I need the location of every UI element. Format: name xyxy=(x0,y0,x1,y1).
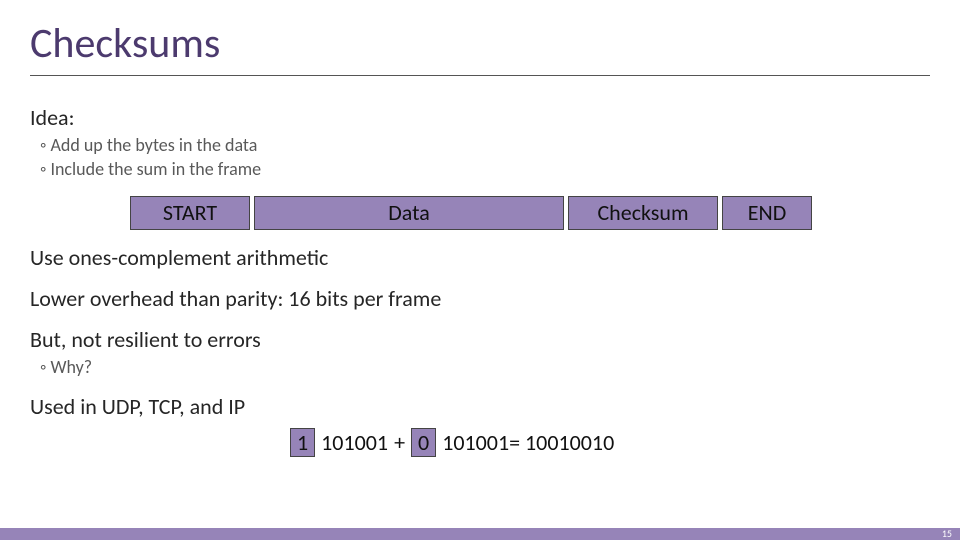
idea-heading: Idea: xyxy=(30,104,930,131)
body-line-4: Used in UDP, TCP, and IP xyxy=(30,393,930,420)
math-bit-2: 0 xyxy=(411,428,436,458)
footer-bar xyxy=(0,528,960,540)
slide-title: Checksums xyxy=(30,18,930,69)
math-bit-1: 1 xyxy=(290,428,315,458)
body-line-1: Use ones-complement arithmetic xyxy=(30,244,930,271)
slide: Checksums Idea: ◦ Add up the bytes in th… xyxy=(0,0,960,457)
frame-seg-data: Data xyxy=(254,196,564,230)
frame-diagram: START Data Checksum END xyxy=(130,196,870,230)
math-num-1: 101001 xyxy=(321,429,388,456)
title-rule xyxy=(30,75,930,76)
frame-seg-end: END xyxy=(722,196,812,230)
idea-point-1: ◦ Add up the bytes in the data xyxy=(40,133,930,157)
math-plus: + xyxy=(394,429,405,456)
page-number: 15 xyxy=(942,528,952,540)
math-rest: 101001= 10010010 xyxy=(442,429,614,456)
frame-seg-checksum: Checksum xyxy=(568,196,718,230)
idea-point-2: ◦ Include the sum in the frame xyxy=(40,157,930,181)
body-line-2: Lower overhead than parity: 16 bits per … xyxy=(30,285,930,312)
math-expression: 1 101001 + 0 101001= 10010010 xyxy=(290,428,930,458)
frame-seg-start: START xyxy=(130,196,250,230)
body-why: ◦ Why? xyxy=(40,355,930,379)
body-line-3: But, not resilient to errors xyxy=(30,326,930,353)
